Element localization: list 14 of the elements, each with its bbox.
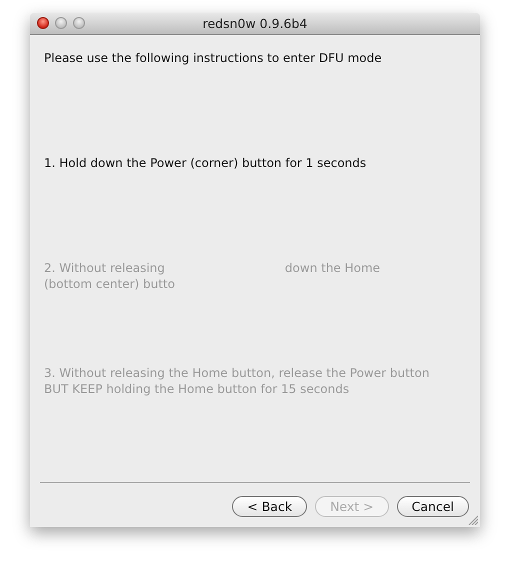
step-text: BUT KEEP holding the Home button for 15 seconds bbox=[44, 381, 350, 397]
instruction-text: Please use the following instructions to enter DFU mode bbox=[44, 50, 383, 66]
step-text: 3. Without releasing the Home button, release the Power button bbox=[44, 365, 430, 381]
dialog-button[interactable]: Cancel bbox=[396, 496, 469, 517]
close-button[interactable] bbox=[37, 17, 49, 29]
minimize-button[interactable] bbox=[55, 17, 67, 29]
step-text: (bottom center) butto bbox=[44, 276, 175, 292]
window-title: redsn0w 0.9.6b4 bbox=[202, 16, 308, 31]
resize-grip-icon[interactable] bbox=[468, 515, 478, 525]
dialog-button[interactable]: < Back bbox=[232, 496, 308, 517]
step-text: 2. Without releasing bbox=[44, 260, 165, 276]
zoom-button[interactable] bbox=[73, 17, 85, 29]
step-text: 1. Hold down the Power (corner) button for 1 seconds bbox=[44, 155, 366, 171]
step-text: down the Home bbox=[284, 260, 380, 276]
